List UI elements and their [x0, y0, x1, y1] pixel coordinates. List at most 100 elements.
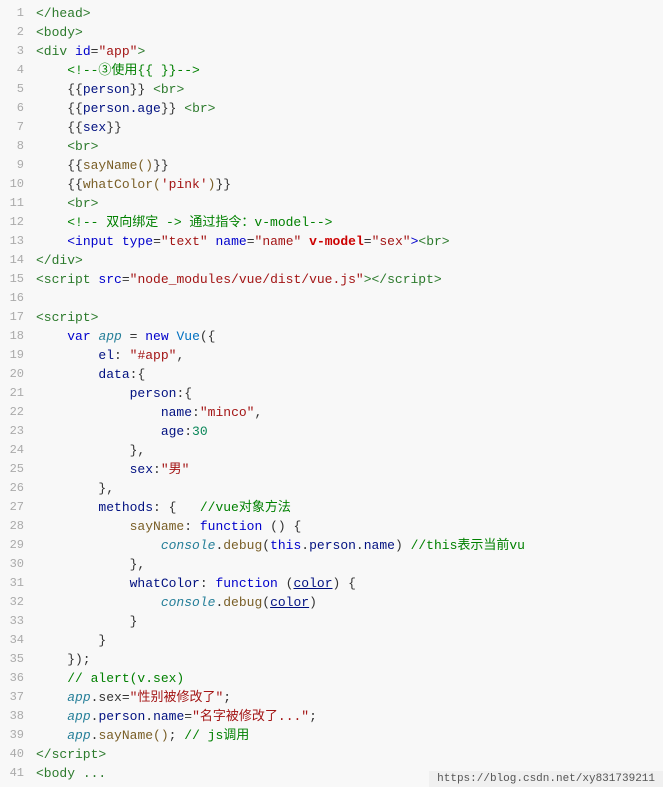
line-number: 27 — [0, 498, 32, 517]
line-number: 28 — [0, 517, 32, 536]
line-number: 21 — [0, 384, 32, 403]
code-line: 29 console.debug(this.person.name) //thi… — [0, 536, 663, 555]
line-content: console.debug(color) — [32, 593, 663, 612]
code-line: 16 — [0, 289, 663, 308]
code-line: 20 data:{ — [0, 365, 663, 384]
line-number: 40 — [0, 745, 32, 764]
line-content: // alert(v.sex) — [32, 669, 663, 688]
code-line: 11 <br> — [0, 194, 663, 213]
code-line: 30 }, — [0, 555, 663, 574]
line-content: }); — [32, 650, 663, 669]
line-content: <script> — [32, 308, 663, 327]
code-line: 21 person:{ — [0, 384, 663, 403]
code-line: 32 console.debug(color) — [0, 593, 663, 612]
line-number: 18 — [0, 327, 32, 346]
line-number: 7 — [0, 118, 32, 137]
line-number: 39 — [0, 726, 32, 745]
line-content: {{whatColor('pink')}} — [32, 175, 663, 194]
code-line: 14</div> — [0, 251, 663, 270]
line-number: 13 — [0, 232, 32, 251]
bottom-bar: https://blog.csdn.net/xy831739211 — [429, 771, 663, 787]
line-number: 34 — [0, 631, 32, 650]
line-number: 4 — [0, 61, 32, 80]
line-content: } — [32, 631, 663, 650]
line-content: name:"minco", — [32, 403, 663, 422]
code-line: 37 app.sex="性别被修改了"; — [0, 688, 663, 707]
line-number: 1 — [0, 4, 32, 23]
line-content: var app = new Vue({ — [32, 327, 663, 346]
code-line: 7 {{sex}} — [0, 118, 663, 137]
line-number: 10 — [0, 175, 32, 194]
line-number: 32 — [0, 593, 32, 612]
code-line: 2<body> — [0, 23, 663, 42]
line-content: app.sayName(); // js调用 — [32, 726, 663, 745]
code-line: 10 {{whatColor('pink')}} — [0, 175, 663, 194]
line-number: 16 — [0, 289, 32, 308]
line-content: </div> — [32, 251, 663, 270]
code-line: 17<script> — [0, 308, 663, 327]
code-line: 27 methods: { //vue对象方法 — [0, 498, 663, 517]
line-content: whatColor: function (color) { — [32, 574, 663, 593]
line-content — [32, 289, 663, 308]
code-line: 23 age:30 — [0, 422, 663, 441]
line-number: 14 — [0, 251, 32, 270]
line-number: 3 — [0, 42, 32, 61]
line-number: 17 — [0, 308, 32, 327]
code-line: 8 <br> — [0, 137, 663, 156]
code-line: 22 name:"minco", — [0, 403, 663, 422]
code-line: 36 // alert(v.sex) — [0, 669, 663, 688]
line-number: 25 — [0, 460, 32, 479]
line-number: 6 — [0, 99, 32, 118]
line-content: methods: { //vue对象方法 — [32, 498, 663, 517]
line-number: 15 — [0, 270, 32, 289]
line-content: <input type="text" name="name" v-model="… — [32, 232, 663, 251]
line-number: 24 — [0, 441, 32, 460]
code-container: 1</head>2<body>3<div id="app">4 <!--③使用{… — [0, 0, 663, 787]
code-line: 39 app.sayName(); // js调用 — [0, 726, 663, 745]
line-number: 2 — [0, 23, 32, 42]
code-line: 31 whatColor: function (color) { — [0, 574, 663, 593]
line-content: }, — [32, 441, 663, 460]
code-line: 28 sayName: function () { — [0, 517, 663, 536]
line-number: 30 — [0, 555, 32, 574]
line-content: <!--③使用{{ }}--> — [32, 61, 663, 80]
line-content: data:{ — [32, 365, 663, 384]
line-number: 9 — [0, 156, 32, 175]
line-content: </head> — [32, 4, 663, 23]
line-content: <br> — [32, 194, 663, 213]
line-content: console.debug(this.person.name) //this表示… — [32, 536, 663, 555]
code-area: 1</head>2<body>3<div id="app">4 <!--③使用{… — [0, 0, 663, 787]
line-content: sex:"男" — [32, 460, 663, 479]
line-number: 22 — [0, 403, 32, 422]
line-number: 5 — [0, 80, 32, 99]
line-content: person:{ — [32, 384, 663, 403]
line-content: sayName: function () { — [32, 517, 663, 536]
line-content: {{person.age}} <br> — [32, 99, 663, 118]
line-number: 36 — [0, 669, 32, 688]
code-line: 1</head> — [0, 4, 663, 23]
line-content: age:30 — [32, 422, 663, 441]
line-content: el: "#app", — [32, 346, 663, 365]
line-content: {{person}} <br> — [32, 80, 663, 99]
line-number: 20 — [0, 365, 32, 384]
code-line: 5 {{person}} <br> — [0, 80, 663, 99]
line-content: } — [32, 612, 663, 631]
code-line: 19 el: "#app", — [0, 346, 663, 365]
line-content: {{sex}} — [32, 118, 663, 137]
line-number: 31 — [0, 574, 32, 593]
code-line: 12 <!-- 双向绑定 -> 通过指令：v-model--> — [0, 213, 663, 232]
code-line: 25 sex:"男" — [0, 460, 663, 479]
code-line: 34 } — [0, 631, 663, 650]
code-line: 38 app.person.name="名字被修改了..."; — [0, 707, 663, 726]
code-line: 33 } — [0, 612, 663, 631]
line-number: 23 — [0, 422, 32, 441]
line-number: 12 — [0, 213, 32, 232]
code-line: 24 }, — [0, 441, 663, 460]
line-number: 26 — [0, 479, 32, 498]
line-content: app.person.name="名字被修改了..."; — [32, 707, 663, 726]
line-number: 37 — [0, 688, 32, 707]
line-content: <div id="app"> — [32, 42, 663, 61]
line-content: <br> — [32, 137, 663, 156]
line-content: app.sex="性别被修改了"; — [32, 688, 663, 707]
line-content: }, — [32, 479, 663, 498]
